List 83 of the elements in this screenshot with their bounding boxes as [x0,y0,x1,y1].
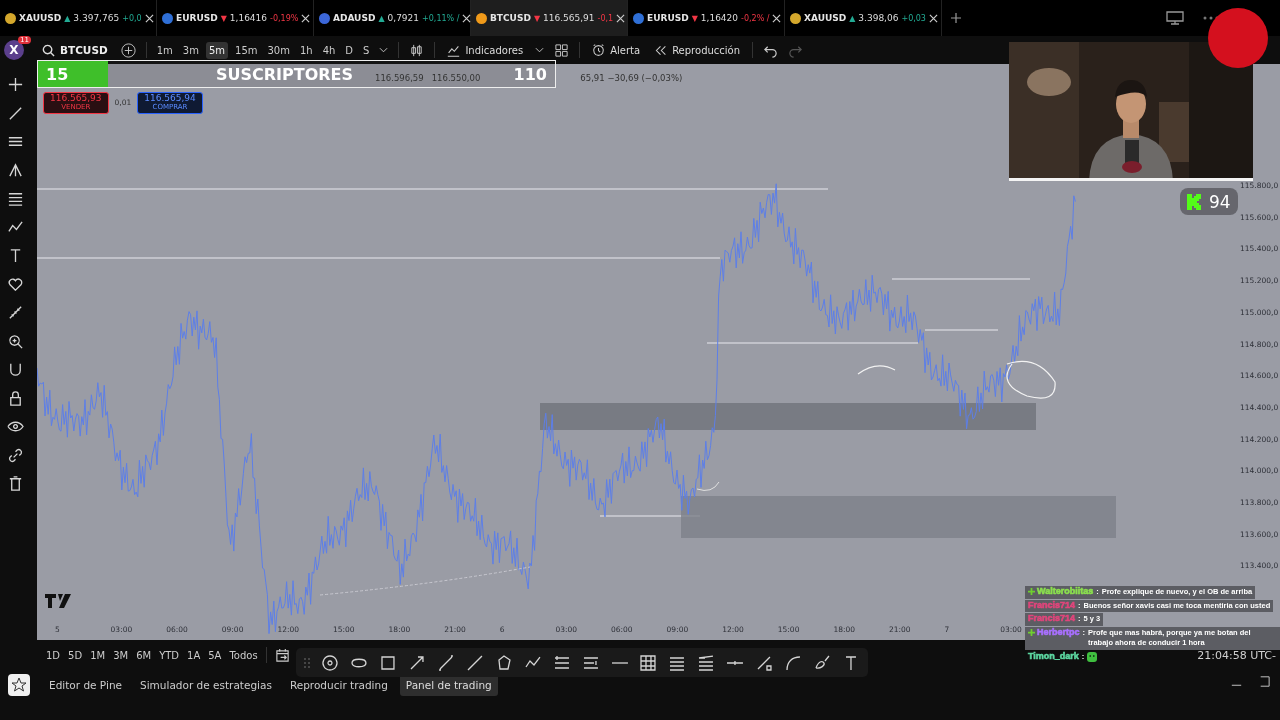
range-button[interactable]: 3M [110,647,132,663]
interval-button[interactable]: 1h [296,41,316,59]
sketch-stroke [857,365,896,375]
chat-username: Francis714 [1028,614,1076,624]
replay-button[interactable]: Reproducción [649,43,746,57]
favorite-button[interactable] [7,674,30,696]
sketch-stroke [696,481,720,491]
calendar-icon[interactable] [274,647,290,663]
range-button[interactable]: Todos [226,647,261,663]
range-button[interactable]: YTD [156,647,183,663]
ohlc-value: 116.596,59 [375,73,424,83]
record-icon [1208,8,1268,68]
panel-tab[interactable]: Editor de Pine [43,674,128,696]
alert-button[interactable]: Alerta [587,43,646,57]
brush-icon[interactable] [813,653,832,672]
drag-handle-icon[interactable] [304,656,310,669]
clock-text: 21:04:58 UTC- [1197,648,1276,662]
interval-button[interactable]: D [342,41,357,59]
chart-line-icon [447,43,461,57]
line-tool-icon[interactable] [465,653,484,672]
range-button[interactable]: 1M [87,647,109,663]
panel-tab[interactable]: Simulador de estrategias [134,674,278,696]
zoom-icon[interactable] [6,332,24,350]
crosshair-icon[interactable] [6,76,24,93]
interval-button[interactable]: 15m [232,41,261,59]
close-icon[interactable] [616,13,626,23]
kick-logo-icon [1187,193,1201,210]
heart-icon[interactable] [6,275,24,293]
close-icon[interactable] [772,13,782,23]
circle-tool-icon[interactable] [321,653,339,672]
ohlc-value: 116.550,00 [431,73,481,83]
caret-icon[interactable] [379,47,389,53]
add-symbol-icon[interactable] [120,42,136,58]
logo-icon [45,594,71,608]
search-icon [42,43,55,57]
sketch-stroke [1006,360,1056,399]
viewer-count-badge: 94 [1180,188,1238,215]
goal-target: 110 [513,64,547,84]
channel-tool-icon[interactable] [552,653,571,672]
range-button[interactable]: 6M [133,647,155,663]
rectangle-tool-icon[interactable] [378,653,397,672]
curve-tool-icon[interactable] [784,653,803,672]
caret-icon[interactable] [535,47,545,53]
close-icon[interactable] [462,13,472,23]
range-button[interactable]: 1D [43,647,64,663]
segment-tool-icon[interactable] [436,653,455,672]
interval-button[interactable]: S [360,41,373,59]
pitchfork-icon[interactable] [6,161,24,179]
ohlc-value: 65,91 −30,69 (−0,03%) [580,73,683,83]
chat-username: Francis714 [1028,600,1076,611]
monitor-icon[interactable] [1166,11,1184,25]
close-icon[interactable] [144,13,154,23]
goal-current: 15 [46,64,70,84]
add-tab-icon[interactable] [950,12,962,24]
interval-button[interactable]: 4h [319,41,339,59]
chat-username: Herbertpc [1037,627,1080,638]
subscriber-badge-icon [1028,628,1035,636]
range-button[interactable]: 5D [65,647,86,663]
rewind-icon [654,43,668,57]
fib-levels-icon[interactable] [6,190,24,207]
alarm-clock-icon [592,43,606,57]
interval-button[interactable]: 1m [153,41,176,59]
goal-label: SUSCRIPTORES [216,64,354,84]
range-button[interactable]: 5A [205,647,225,663]
chat-username: Timon_dark [1028,651,1079,662]
symbol-tab[interactable]: BTCUSD ▼ 116.565,91 -0,1 [471,0,628,36]
emote-icon [1087,651,1098,662]
chat-username: Walterobiitas [1037,587,1094,597]
panel-tab[interactable]: Reproducir trading [283,674,394,696]
candles-icon[interactable] [409,42,425,58]
range-button[interactable]: 1A [184,647,204,663]
indicators-button[interactable]: Indicadores [442,43,529,57]
grid-tool-icon[interactable] [639,653,658,672]
interval-button[interactable]: 30m [264,41,293,59]
layout-grid-icon[interactable] [554,42,570,58]
link-icon[interactable] [6,446,24,464]
subscriber-badge-icon [1028,588,1035,595]
interval-button[interactable]: 5m [205,41,228,59]
interval-button[interactable]: 3m [179,41,202,59]
close-icon[interactable] [928,13,938,23]
symbol-search[interactable]: BTCUSD [36,43,114,57]
close-icon[interactable] [301,13,311,23]
fan-tool-icon[interactable] [697,653,716,672]
